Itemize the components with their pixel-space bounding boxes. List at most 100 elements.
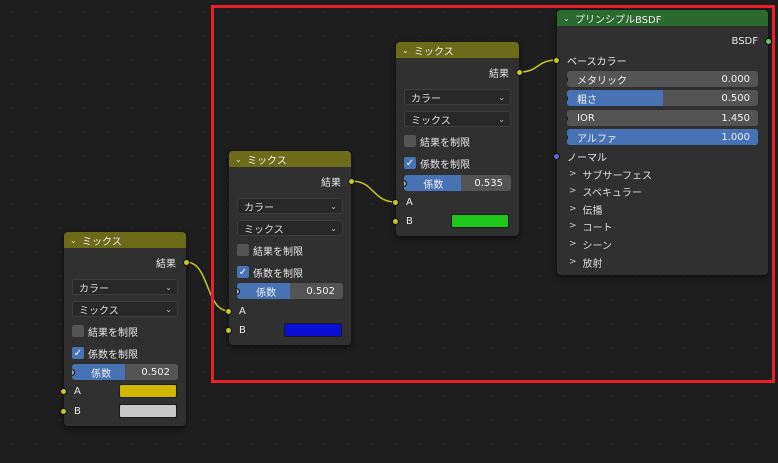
data-type-value: カラー: [79, 283, 109, 295]
output-label: 結果: [321, 177, 341, 189]
data-type-dropdown[interactable]: カラー ⌄: [237, 198, 343, 214]
color-a-swatch[interactable]: [119, 384, 177, 398]
clamp-result-checkbox[interactable]: 結果を制限: [404, 133, 511, 149]
chevron-right-icon: >: [569, 169, 577, 179]
output-socket[interactable]: [348, 177, 355, 185]
data-type-dropdown[interactable]: カラー ⌄: [404, 89, 511, 105]
normal-socket[interactable]: [553, 152, 560, 160]
chevron-right-icon: >: [569, 221, 577, 231]
chevron-right-icon: >: [569, 257, 577, 267]
factor-slider[interactable]: 係数 0.502: [72, 364, 178, 380]
chevron-down-icon[interactable]: ⌄: [402, 46, 411, 55]
ior-socket[interactable]: [567, 114, 568, 122]
input-b-socket[interactable]: [392, 217, 399, 225]
factor-slider[interactable]: 係数 0.535: [404, 175, 511, 191]
factor-value: 0.502: [141, 366, 170, 378]
bsdf-output-socket[interactable]: [765, 37, 772, 45]
data-type-value: カラー: [244, 202, 274, 214]
base-color-row: ベースカラー: [553, 51, 768, 69]
checkbox-unchecked-icon[interactable]: [404, 135, 416, 147]
input-a-socket[interactable]: [225, 307, 232, 315]
blend-mode-dropdown[interactable]: ミックス ⌄: [404, 111, 511, 127]
input-a-row: A: [60, 382, 186, 400]
clamp-result-checkbox[interactable]: 結果を制限: [237, 242, 343, 258]
clamp-factor-checkbox[interactable]: ✓ 係数を制限: [404, 155, 511, 171]
output-socket[interactable]: [516, 68, 523, 76]
panel-label: サブサーフェス: [582, 170, 652, 182]
color-b-swatch[interactable]: [119, 404, 177, 418]
node-title: プリンシプルBSDF: [575, 14, 662, 26]
chevron-down-icon: ⌄: [498, 92, 505, 102]
panel-subsurface[interactable]: > サブサーフェス: [569, 165, 652, 183]
data-type-value: カラー: [411, 93, 441, 105]
chevron-down-icon: ⌄: [165, 304, 172, 314]
input-a-label: A: [239, 305, 246, 317]
chevron-down-icon[interactable]: ⌄: [235, 155, 244, 164]
input-a-socket[interactable]: [392, 198, 399, 206]
principled-bsdf-header[interactable]: ⌄ プリンシプルBSDF: [557, 10, 768, 26]
checkmark-icon[interactable]: ✓: [237, 266, 249, 278]
panel-transmission[interactable]: > 伝播: [569, 200, 603, 218]
blend-mode-dropdown[interactable]: ミックス ⌄: [237, 220, 343, 236]
panel-sheen[interactable]: > シーン: [569, 235, 612, 253]
input-b-row: B: [225, 321, 351, 339]
chevron-down-icon[interactable]: ⌄: [70, 236, 79, 245]
chevron-down-icon: ⌄: [330, 223, 337, 233]
input-b-row: B: [60, 402, 186, 420]
base-color-socket[interactable]: [553, 56, 560, 64]
mix-node-2-header[interactable]: ⌄ ミックス: [229, 151, 351, 167]
input-a-label: A: [406, 196, 413, 208]
checkbox-unchecked-icon[interactable]: [72, 325, 84, 337]
panel-emission[interactable]: > 放射: [569, 253, 603, 271]
input-b-label: B: [74, 405, 81, 417]
input-b-socket[interactable]: [225, 326, 232, 334]
checkmark-icon[interactable]: ✓: [72, 347, 84, 359]
panel-label: スペキュラー: [582, 187, 642, 199]
metallic-slider[interactable]: メタリック 0.000: [567, 71, 758, 87]
mix-node-2[interactable]: ⌄ ミックス 結果 カラー ⌄ ミックス ⌄ 結果を制限 ✓ 係数を制限 係数 …: [225, 151, 355, 345]
blend-mode-value: ミックス: [244, 224, 284, 236]
input-a-socket[interactable]: [60, 387, 67, 395]
metallic-label: メタリック: [577, 75, 627, 87]
data-type-dropdown[interactable]: カラー ⌄: [72, 279, 178, 295]
panel-specular[interactable]: > スペキュラー: [569, 182, 642, 200]
factor-slider[interactable]: 係数 0.502: [237, 283, 343, 299]
principled-bsdf-node[interactable]: ⌄ プリンシプルBSDF BSDF ベースカラー メタリック 0.000 粗さ …: [553, 10, 772, 275]
link-mix3-to-bsdf: [518, 59, 558, 73]
input-a-label: A: [74, 385, 81, 397]
factor-label: 係数: [91, 368, 112, 380]
mix-node-3-header[interactable]: ⌄ ミックス: [396, 42, 519, 58]
node-title: ミックス: [414, 46, 454, 58]
chevron-down-icon[interactable]: ⌄: [563, 14, 572, 23]
input-b-socket[interactable]: [60, 407, 67, 415]
input-b-label: B: [406, 215, 413, 227]
input-a-row: A: [392, 193, 519, 211]
mix-node-3[interactable]: ⌄ ミックス 結果 カラー ⌄ ミックス ⌄ 結果を制限 ✓ 係数を制限 係数 …: [392, 42, 523, 236]
clamp-factor-checkbox[interactable]: ✓ 係数を制限: [72, 345, 178, 361]
roughness-slider[interactable]: 粗さ 0.500: [567, 90, 758, 106]
panel-label: 放射: [582, 258, 603, 270]
link-mix2-to-mix3: [350, 180, 397, 203]
color-b-swatch[interactable]: [451, 214, 509, 228]
mix-node-1-header[interactable]: ⌄ ミックス: [64, 232, 186, 248]
clamp-factor-checkbox[interactable]: ✓ 係数を制限: [237, 264, 343, 280]
ior-field[interactable]: IOR 1.450: [567, 110, 758, 126]
clamp-factor-label: 係数を制限: [420, 159, 470, 171]
checkbox-unchecked-icon[interactable]: [237, 244, 249, 256]
checkmark-icon[interactable]: ✓: [404, 157, 416, 169]
panel-label: 伝播: [582, 205, 603, 217]
clamp-result-checkbox[interactable]: 結果を制限: [72, 323, 178, 339]
roughness-label: 粗さ: [577, 94, 597, 106]
bsdf-output-label: BSDF: [731, 35, 758, 47]
ior-value: 1.450: [721, 112, 750, 124]
chevron-down-icon: ⌄: [498, 114, 505, 124]
panel-coat[interactable]: > コート: [569, 217, 613, 235]
blend-mode-dropdown[interactable]: ミックス ⌄: [72, 301, 178, 317]
color-b-swatch[interactable]: [284, 323, 342, 337]
blend-mode-value: ミックス: [411, 115, 451, 127]
mix-node-1[interactable]: ⌄ ミックス 結果 カラー ⌄ ミックス ⌄ 結果を制限 ✓ 係数を制限 係数 …: [60, 232, 190, 426]
output-socket[interactable]: [183, 258, 190, 266]
metallic-socket[interactable]: [567, 75, 568, 83]
chevron-right-icon: >: [569, 204, 577, 214]
alpha-slider[interactable]: アルファ 1.000: [567, 129, 758, 145]
